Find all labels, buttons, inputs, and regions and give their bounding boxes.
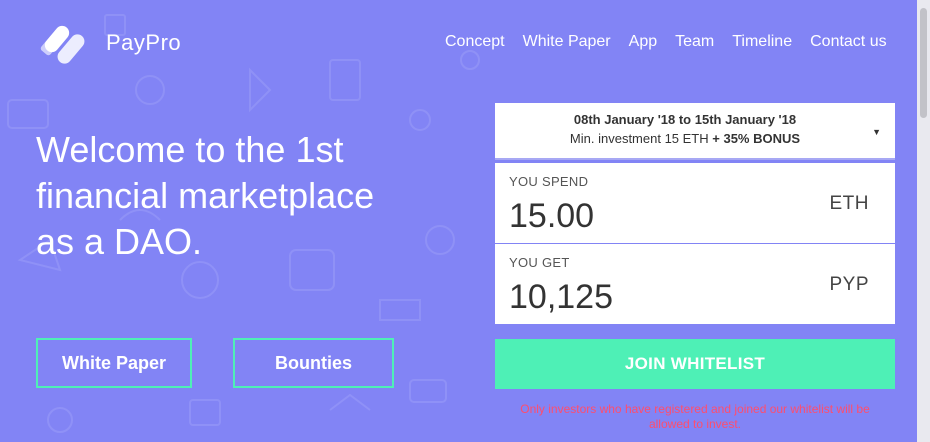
bounties-button[interactable]: Bounties	[233, 338, 394, 388]
spend-input[interactable]	[509, 197, 789, 236]
get-label: YOU GET	[509, 255, 570, 270]
scrollbar-thumb[interactable]	[920, 8, 927, 118]
paypro-logo-icon	[40, 25, 85, 64]
caret-down-icon: ▼	[872, 127, 881, 137]
whitelist-notice: Only investors who have registered and j…	[520, 402, 870, 431]
nav-white-paper[interactable]: White Paper	[523, 33, 611, 51]
brand-name: PayPro	[106, 30, 182, 55]
period-min-investment: Min. investment 15 ETH + 35% BONUS	[495, 131, 875, 146]
period-dates: 08th January '18 to 15th January '18	[573, 112, 797, 127]
spend-label: YOU SPEND	[509, 174, 589, 189]
main-nav: Concept White Paper App Team Timeline Co…	[445, 33, 887, 51]
bonus-text: + 35% BONUS	[712, 131, 801, 146]
nav-concept[interactable]: Concept	[445, 33, 505, 51]
spend-field: YOU SPEND ETH	[495, 163, 895, 243]
get-unit: PYP	[829, 274, 869, 295]
nav-timeline[interactable]: Timeline	[732, 33, 792, 51]
get-input[interactable]	[509, 278, 789, 317]
brand-logo[interactable]: PayPro	[40, 18, 181, 68]
nav-app[interactable]: App	[629, 33, 657, 51]
spend-unit: ETH	[829, 193, 869, 214]
sale-period-select[interactable]: 08th January '18 to 15th January '18 Min…	[495, 103, 895, 160]
white-paper-button[interactable]: White Paper	[36, 338, 192, 388]
min-investment-text: Min. investment 15 ETH	[569, 131, 709, 146]
join-whitelist-button[interactable]: JOIN WHITELIST	[495, 339, 895, 389]
hero-title: Welcome to the 1st financial marketplace…	[36, 129, 375, 262]
nav-team[interactable]: Team	[675, 33, 714, 51]
page-scrollbar[interactable]	[917, 0, 930, 442]
get-field: YOU GET PYP	[495, 244, 895, 324]
nav-contact-us[interactable]: Contact us	[810, 33, 886, 51]
